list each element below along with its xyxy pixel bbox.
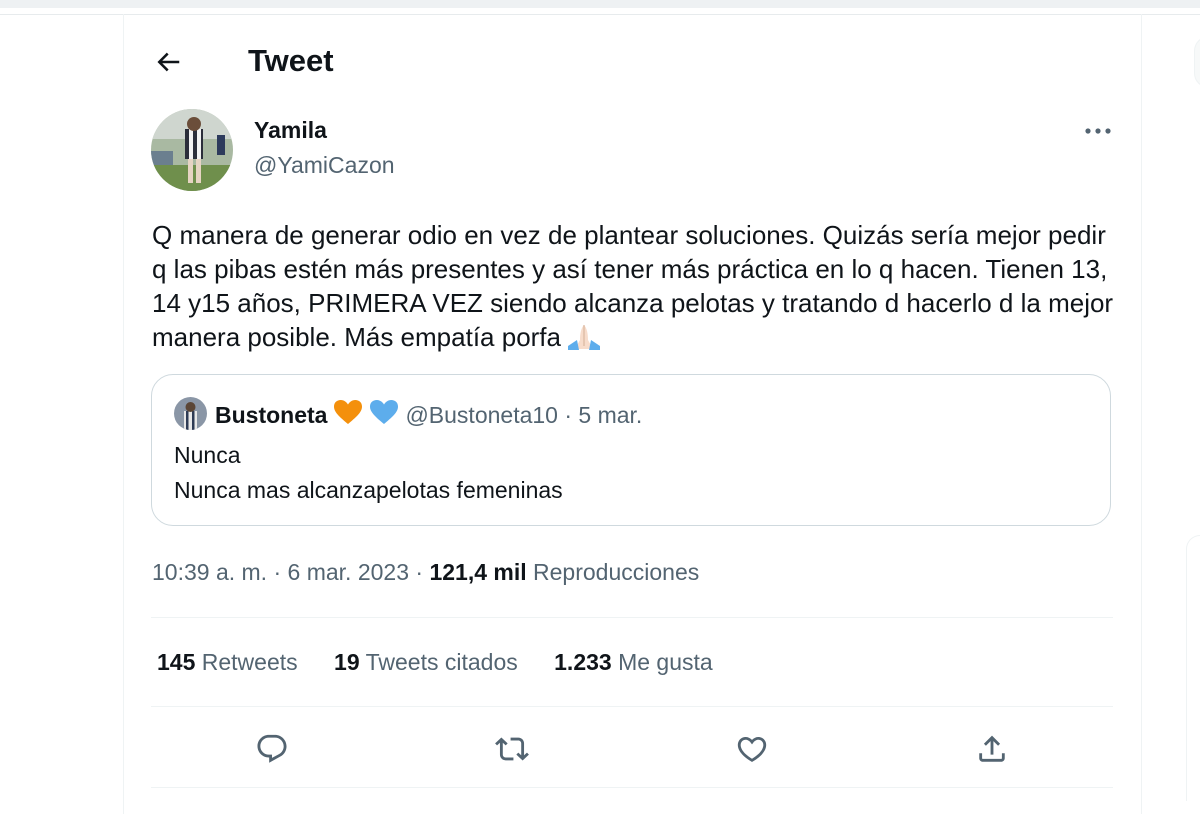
views-label: Reproducciones: [533, 559, 700, 585]
retweets-stat[interactable]: 145 Retweets: [157, 648, 298, 676]
author-avatar[interactable]: [151, 109, 233, 191]
quoted-tweet[interactable]: Bustoneta @Bustoneta10 · 5 mar. Nunca Nu…: [151, 374, 1111, 526]
quoted-handle-date: @Bustoneta10 · 5 mar.: [405, 402, 643, 428]
meta-separator: ·: [273, 559, 282, 585]
share-button[interactable]: [971, 728, 1013, 770]
sidebar-card-edge: [1186, 535, 1200, 801]
engagement-stats: 145 Retweets 19 Tweets citados 1.233 Me …: [157, 648, 743, 676]
tweet-text-content: Q manera de generar odio en vez de plant…: [152, 220, 1114, 352]
quoted-author-name: Bustoneta: [215, 402, 328, 428]
quoted-header: Bustoneta @Bustoneta10 · 5 mar.: [215, 399, 642, 431]
tweet-date[interactable]: 6 mar. 2023: [288, 559, 409, 585]
divider: [151, 617, 1113, 618]
retweets-count: 145: [157, 649, 196, 675]
tweet-meta: 10:39 a. m. · 6 mar. 2023 · 121,4 mil Re…: [152, 558, 699, 586]
reply-icon: [257, 734, 287, 763]
share-icon: [979, 735, 1005, 762]
sidebar-search-edge[interactable]: [1194, 36, 1200, 88]
retweet-icon: [495, 737, 529, 761]
divider: [151, 787, 1113, 788]
folded-hands-emoji: [565, 322, 603, 360]
retweets-label: Retweets: [201, 649, 298, 675]
back-button[interactable]: [150, 44, 186, 80]
likes-count: 1.233: [554, 649, 612, 675]
likes-stat[interactable]: 1.233 Me gusta: [554, 648, 713, 676]
author-name[interactable]: Yamila: [254, 116, 327, 144]
likes-label: Me gusta: [618, 649, 713, 675]
more-horizontal-icon: [1085, 128, 1111, 134]
quoted-text-line-1: Nunca: [174, 442, 241, 468]
retweet-button[interactable]: [491, 728, 533, 770]
browser-top-strip: [0, 0, 1200, 8]
quoted-avatar: [174, 397, 207, 430]
tweet-text: Q manera de generar odio en vez de plant…: [152, 218, 1122, 360]
meta-separator-2: ·: [415, 559, 424, 585]
quoted-text-line-2: Nunca mas alcanzapelotas femeninas: [174, 477, 563, 503]
quote-tweets-count: 19: [334, 649, 360, 675]
arrow-left-icon: [157, 52, 180, 72]
more-options-button[interactable]: [1080, 118, 1116, 144]
heart-icon: [737, 736, 767, 762]
blue-heart-emoji: [369, 399, 399, 431]
like-button[interactable]: [731, 728, 773, 770]
page-title: Tweet: [248, 43, 334, 78]
views-count: 121,4 mil: [429, 559, 527, 585]
orange-heart-emoji: [333, 399, 363, 431]
reply-button[interactable]: [251, 728, 293, 770]
divider: [151, 706, 1113, 707]
author-handle[interactable]: @YamiCazon: [254, 151, 395, 179]
quote-tweets-stat[interactable]: 19 Tweets citados: [334, 648, 518, 676]
tweet-time[interactable]: 10:39 a. m.: [152, 559, 267, 585]
right-sidebar-edge: [1176, 0, 1200, 801]
quote-tweets-label: Tweets citados: [365, 649, 518, 675]
